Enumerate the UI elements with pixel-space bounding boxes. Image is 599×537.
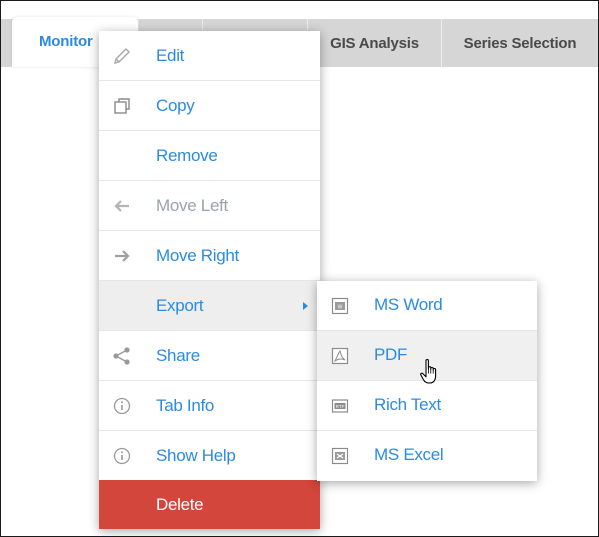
submenu-item-label: MS Word [374,295,443,314]
submenu-item-ms-excel[interactable]: MS Excel [317,431,537,481]
info-icon [109,443,135,469]
app-frame: GIS Analysis Series Selection Monitor Ed… [0,0,599,537]
word-doc-icon: W [329,295,351,317]
menu-item-move-left[interactable]: Move Left [99,181,320,231]
menu-item-share[interactable]: Share [99,331,320,381]
tab-series-selection-label: Series Selection [463,34,577,52]
tab-series-selection[interactable]: Series Selection [441,19,598,67]
tab-gis-analysis-label: GIS Analysis [330,34,419,52]
arrow-left-icon [109,193,135,219]
svg-text:W: W [338,305,343,311]
copy-icon [109,93,135,119]
menu-item-label: Tab Info [156,395,215,415]
menu-item-label: Delete [156,494,204,514]
share-icon [109,343,135,369]
menu-item-label: Move Right [156,245,239,265]
menu-item-copy[interactable]: Copy [99,81,320,131]
menu-item-label: Edit [156,45,185,65]
submenu-item-label: Rich Text [374,395,441,414]
pdf-doc-icon [329,345,351,367]
menu-item-label: Move Left [156,195,228,215]
submenu-item-label: MS Excel [374,445,444,464]
info-icon [109,393,135,419]
pencil-icon [109,43,135,69]
submenu-item-rich-text[interactable]: RTF Rich Text [317,381,537,431]
submenu-item-label: PDF [374,345,408,364]
svg-text:RTF: RTF [336,404,345,409]
arrow-right-icon [109,243,135,269]
tab-monitor-label: Monitor [39,33,93,50]
menu-item-export[interactable]: Export [99,281,320,331]
submenu-item-ms-word[interactable]: W MS Word [317,281,537,331]
menu-item-edit[interactable]: Edit [99,31,320,81]
menu-item-tab-info[interactable]: Tab Info [99,381,320,431]
menu-item-label: Show Help [156,445,236,465]
hand-cursor-icon [420,358,437,384]
menu-item-label: Export [156,295,204,315]
tab-gis-analysis[interactable]: GIS Analysis [307,19,441,67]
menu-item-label: Share [156,345,200,365]
excel-doc-icon [329,445,351,467]
rtf-doc-icon: RTF [329,395,351,417]
menu-item-show-help[interactable]: Show Help [99,431,320,481]
submenu-arrow-icon [303,302,308,310]
menu-item-label: Copy [156,95,195,115]
menu-item-move-right[interactable]: Move Right [99,231,320,281]
menu-item-remove[interactable]: Remove [99,131,320,181]
menu-item-delete[interactable]: Delete [99,480,320,529]
menu-item-label: Remove [156,145,218,165]
tab-context-menu: Edit Copy Remove Move Left Move Right Ex… [99,31,320,529]
